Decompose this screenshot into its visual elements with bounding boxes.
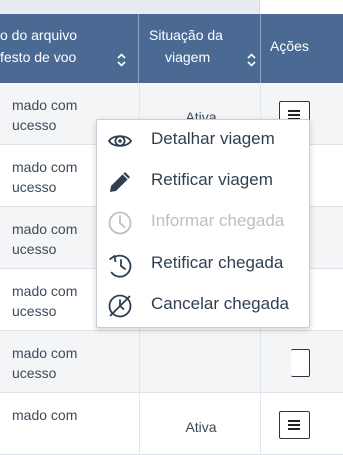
actions-cell	[261, 331, 343, 392]
clock-cancel-icon	[107, 293, 133, 319]
menu-item-informar-chegada: Informar chegada	[97, 202, 309, 242]
menu-item-label: Retificar viagem	[151, 170, 273, 189]
menu-item-retificar-viagem[interactable]: Retificar viagem	[97, 161, 309, 201]
header-file-label-line2: festo de voo	[0, 49, 77, 65]
file-status-line1: mado com	[12, 221, 78, 237]
voyage-status-cell: Ativa	[139, 393, 261, 454]
sort-icon[interactable]	[116, 53, 127, 67]
header-file-column[interactable]: o do arquivo festo de voo	[0, 14, 139, 83]
header-status-label-line1: Situação da	[149, 27, 223, 43]
menu-item-label: Retificar chegada	[151, 253, 284, 272]
clock-icon	[107, 210, 133, 236]
file-status-line2: ucesso	[12, 241, 57, 257]
menu-item-detalhar-viagem[interactable]: Detalhar viagem	[97, 120, 309, 160]
file-status-line2: ucesso	[12, 303, 57, 319]
file-status-cell: mado com	[0, 393, 139, 454]
table-row: mado com Ativa	[0, 393, 343, 455]
clock-undo-icon	[107, 252, 133, 278]
eye-icon	[107, 128, 133, 154]
file-status-line1: mado com	[12, 407, 78, 423]
header-status-column[interactable]: Situação da viagem	[139, 14, 261, 83]
file-status-line2: ucesso	[12, 117, 57, 133]
actions-menu-button[interactable]	[291, 349, 310, 377]
menu-item-cancelar-chegada[interactable]: Cancelar chegada	[97, 285, 309, 325]
voyage-status-cell	[139, 331, 261, 392]
file-status-line2: ucesso	[12, 179, 57, 195]
file-status-line1: mado com	[12, 97, 78, 113]
file-status-line1: mado com	[12, 345, 78, 361]
header-status-label-line2: viagem	[165, 49, 211, 65]
table-row: mado com ucesso	[0, 331, 343, 393]
file-status-line1: mado com	[12, 159, 78, 175]
table-header: o do arquivo festo de voo Situação da vi…	[0, 14, 343, 83]
file-status-cell: mado com ucesso	[0, 331, 139, 392]
pencil-icon	[107, 169, 133, 195]
top-strip	[0, 0, 343, 14]
file-status-line1: mado com	[12, 283, 78, 299]
top-strip-field	[259, 0, 343, 14]
menu-icon	[288, 420, 300, 430]
menu-item-label: Cancelar chegada	[151, 294, 289, 313]
header-file-label-line1: o do arquivo	[0, 27, 78, 43]
header-actions-label: Ações	[270, 38, 309, 54]
actions-menu-button[interactable]	[279, 411, 310, 439]
menu-item-retificar-chegada[interactable]: Retificar chegada	[97, 244, 309, 284]
menu-item-label: Informar chegada	[151, 211, 285, 230]
menu-item-label: Detalhar viagem	[151, 129, 275, 148]
header-actions-column: Ações	[261, 14, 343, 83]
actions-cell	[261, 393, 343, 454]
voyage-status-text: Ativa	[185, 419, 217, 435]
file-status-line2: ucesso	[12, 365, 57, 381]
sort-icon[interactable]	[246, 53, 257, 67]
row-actions-dropdown: Detalhar viagem Retificar viagem Informa…	[96, 119, 310, 328]
